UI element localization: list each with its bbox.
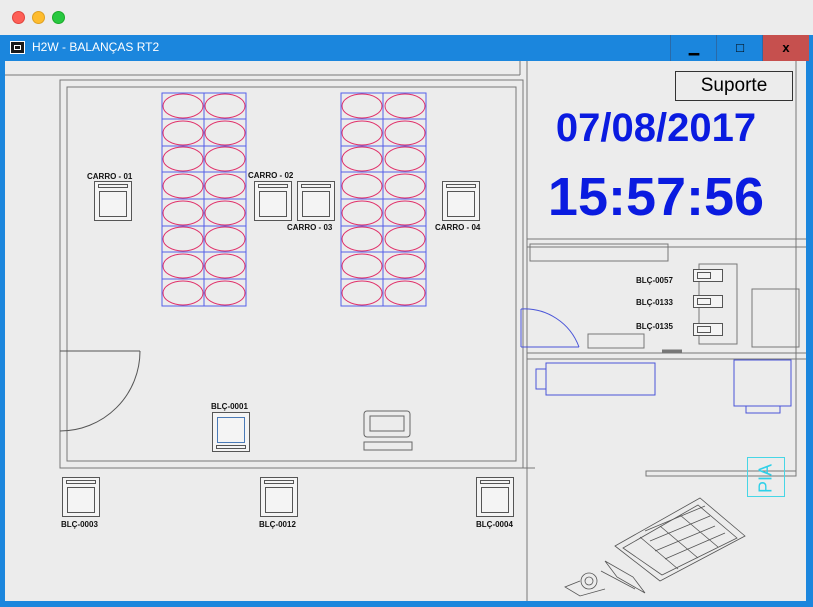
- current-date: 07/08/2017: [555, 106, 757, 150]
- close-button[interactable]: x: [762, 35, 809, 61]
- cart-label: CARRO - 01: [87, 172, 133, 181]
- cart-03-scale[interactable]: [297, 181, 335, 221]
- window-title: H2W - BALANÇAS RT2: [32, 40, 160, 54]
- scale-label: BLÇ-0135: [636, 322, 673, 331]
- rack-right: [340, 92, 427, 307]
- current-time: 15:57:56: [547, 167, 765, 227]
- cart-label: CARRO - 04: [435, 223, 481, 232]
- scale-0001[interactable]: [212, 412, 250, 452]
- cart-label: CARRO - 02: [248, 171, 294, 180]
- scale-label: BLÇ-0057: [636, 276, 673, 285]
- scale-0135[interactable]: [693, 323, 723, 336]
- mac-titlebar: [0, 0, 813, 36]
- computer-terminal: [363, 410, 413, 451]
- vehicle-drawing: [564, 497, 746, 597]
- scale-label: BLÇ-0003: [61, 520, 98, 529]
- mac-close-dot[interactable]: [12, 11, 25, 24]
- app-window: H2W - BALANÇAS RT2 ▁ □ x Suporte 07/08/2…: [0, 35, 813, 607]
- scale-0004[interactable]: [476, 477, 514, 517]
- scale-0133[interactable]: [693, 295, 723, 308]
- cart-04-scale[interactable]: [442, 181, 480, 221]
- cart-01-scale[interactable]: [94, 181, 132, 221]
- app-icon: [10, 41, 25, 54]
- sink: PIA: [747, 457, 785, 497]
- cart-02-scale[interactable]: [254, 181, 292, 221]
- rack-left: [161, 92, 247, 307]
- scale-0003[interactable]: [62, 477, 100, 517]
- scale-0057[interactable]: [693, 269, 723, 282]
- window-titlebar: H2W - BALANÇAS RT2 ▁ □ x: [0, 35, 813, 61]
- cart-label: CARRO - 03: [287, 223, 333, 232]
- scale-0012[interactable]: [260, 477, 298, 517]
- support-button[interactable]: Suporte: [675, 71, 793, 101]
- sink-label: PIA: [755, 464, 776, 494]
- floor-plan-area: Suporte 07/08/2017 15:57:56 CARRO - 01 C…: [5, 61, 806, 601]
- scale-label: BLÇ-0012: [259, 520, 296, 529]
- mac-minimize-dot[interactable]: [32, 11, 45, 24]
- minimize-button[interactable]: ▁: [670, 35, 717, 61]
- scale-label: BLÇ-0004: [476, 520, 513, 529]
- mac-zoom-dot[interactable]: [52, 11, 65, 24]
- maximize-button[interactable]: □: [716, 35, 763, 61]
- scale-label: BLÇ-0133: [636, 298, 673, 307]
- scale-label: BLÇ-0001: [211, 402, 248, 411]
